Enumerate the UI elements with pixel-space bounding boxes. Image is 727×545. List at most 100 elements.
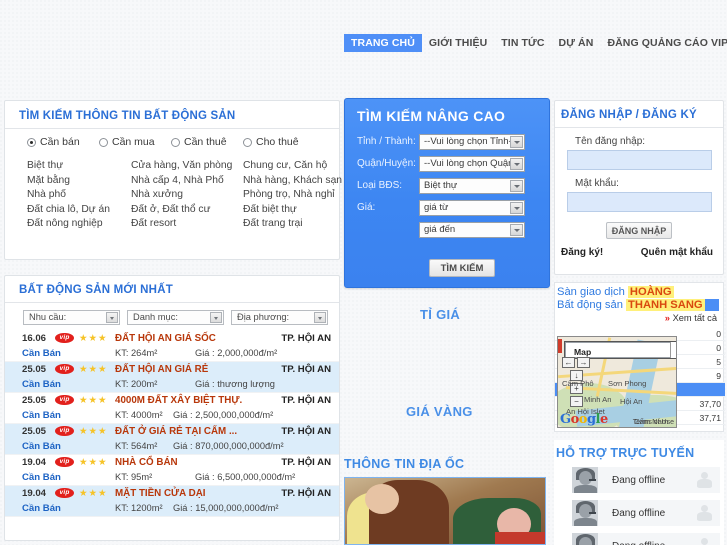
table-row[interactable]: 25.05 vip ★★★ ĐẤT HỘI AN GIÁ RẺ TP. HỘI … [5, 362, 339, 393]
filter-category-select[interactable]: Danh mục: [127, 310, 224, 325]
chevron-down-icon [510, 135, 523, 148]
map-tab-map[interactable]: Map [565, 342, 671, 358]
exchange-rate-block-title: TỈ GIÁ [420, 307, 461, 322]
listing-title[interactable]: NHÀ CỔ BÁN [115, 457, 178, 468]
see-all-link[interactable]: » Xem tất cả [555, 312, 723, 323]
exchange-brand-heading: Sàn giao dịch HOÀNG Bất động sản THANH S… [555, 283, 723, 312]
property-search-title: TÌM KIẾM THÔNG TIN BẤT ĐỘNG SẢN [19, 110, 236, 122]
rate-value: 37,71 [699, 412, 721, 423]
category-link[interactable]: Đất chia lô, Dự án [27, 204, 131, 215]
password-input[interactable] [566, 192, 712, 212]
map-tab-satellite[interactable]: Satellite [671, 342, 676, 358]
category-link[interactable]: Biệt thự [27, 160, 131, 171]
chat-status-icon[interactable] [697, 538, 712, 545]
table-row[interactable]: 25.05 vip ★★★ ĐẤT Ở GIÁ RẺ TẠI CẨM ... T… [5, 424, 339, 455]
radio-cho-thue[interactable]: Cho thuê [243, 136, 315, 148]
listing-type[interactable]: Cần Bán [22, 410, 61, 421]
radio-can-ban[interactable]: Cần bán [27, 136, 99, 148]
rating-stars-icon: ★★★ [79, 333, 108, 344]
vip-badge: vip [55, 395, 74, 405]
property-search-header: TÌM KIẾM THÔNG TIN BẤT ĐỘNG SẢN [5, 101, 339, 128]
price-from-select[interactable]: giá từ [419, 199, 525, 216]
listing-type[interactable]: Cần Bán [22, 503, 61, 514]
avatar [572, 533, 598, 545]
nav-item-gioi-thieu[interactable]: GIỚI THIỆU [422, 34, 494, 52]
advanced-search-submit-button[interactable]: TÌM KIẾM [429, 259, 495, 277]
nav-item-du-an[interactable]: DỰ ÁN [552, 34, 601, 52]
listing-type[interactable]: Cần Bán [22, 379, 61, 390]
chat-status-icon[interactable] [697, 505, 712, 521]
map-terms-link[interactable]: Terms of Use [633, 419, 674, 426]
price-to-select[interactable]: giá đến [419, 221, 525, 238]
list-item[interactable]: Đang offline [572, 467, 720, 493]
rating-stars-icon: ★★★ [79, 488, 108, 499]
list-item[interactable]: Đang offline [572, 500, 720, 526]
username-input[interactable] [566, 150, 712, 170]
login-links: Đăng ký! Quên mật khẩu [555, 239, 723, 258]
table-row[interactable]: 16.06 vip ★★★ ĐẤT HỘI AN GIÁ SỐC TP. HỘI… [5, 331, 339, 362]
rate-value: 9 [716, 370, 721, 381]
radio-indicator-icon [243, 137, 252, 147]
login-title: ĐĂNG NHẬP / ĐĂNG KÝ [561, 109, 697, 121]
listing-type[interactable]: Cần Bán [22, 348, 61, 359]
filter-location-select[interactable]: Địa phương: [231, 310, 328, 325]
brand-line-1: Sàn giao dịch [557, 286, 625, 298]
listing-title[interactable]: 4000M ĐẤT XÂY BIỆT THỰ. [115, 395, 242, 406]
field-label: Giá: [357, 202, 376, 213]
chevron-down-icon [510, 179, 523, 192]
login-panel: ĐĂNG NHẬP / ĐĂNG KÝ Tên đăng nhập: Mật k… [554, 100, 724, 275]
list-item[interactable]: Đang offline [572, 533, 720, 545]
category-link[interactable]: Nhà xưởng [131, 189, 243, 200]
map-place-label: Cẩm Phô [562, 379, 594, 388]
support-online-title: HỖ TRỢ TRỰC TUYẾN [556, 446, 695, 460]
radio-can-thue[interactable]: Cần thuê [171, 136, 243, 148]
chat-status-icon[interactable] [697, 472, 712, 488]
nav-item-trang-chu[interactable]: TRANG CHỦ [344, 34, 422, 52]
login-submit-button[interactable]: ĐĂNG NHẬP [606, 222, 672, 239]
category-link[interactable]: Cửa hàng, Văn phòng [131, 160, 243, 171]
radio-can-mua[interactable]: Cần mua [99, 136, 171, 148]
category-link[interactable]: Nhà phố [27, 189, 131, 200]
listing-date: 16.06 [22, 333, 47, 344]
listing-title[interactable]: MẶT TIỀN CỬA DẠI [115, 488, 206, 499]
rating-stars-icon: ★★★ [79, 364, 108, 375]
listing-title[interactable]: ĐẤT HỘI AN GIÁ RẺ [115, 364, 208, 375]
listing-price: Giá : 6,500,000,000đ/m² [195, 472, 296, 482]
property-type-select[interactable]: Biệt thự [419, 177, 525, 194]
property-type-select-value: Biệt thự [424, 179, 458, 191]
listing-type[interactable]: Cần Bán [22, 441, 61, 452]
district-select[interactable]: --Vui lòng chọn Quận-- [419, 155, 525, 172]
nav-item-tin-tuc[interactable]: TIN TỨC [494, 34, 551, 52]
table-row[interactable]: 19.04 vip ★★★ MẶT TIỀN CỬA DẠI TP. HỘI A… [5, 486, 339, 517]
table-row[interactable]: 25.05 vip ★★★ 4000M ĐẤT XÂY BIỆT THỰ. TP… [5, 393, 339, 424]
listing-type[interactable]: Cần Bán [22, 472, 61, 483]
map-zoom-controls: ↓ + − [570, 370, 583, 409]
register-link[interactable]: Đăng ký! [561, 247, 603, 258]
category-link[interactable]: Đất resort [131, 218, 243, 229]
forgot-password-link[interactable]: Quên mật khẩu [641, 247, 713, 258]
listing-date: 25.05 [22, 364, 47, 375]
pan-left-icon[interactable]: ← [562, 357, 575, 368]
listing-title[interactable]: ĐẤT HỘI AN GIÁ SỐC [115, 333, 216, 344]
pan-right-icon[interactable]: → [577, 357, 590, 368]
category-link[interactable]: Nhà cấp 4, Nhà Phố [131, 175, 243, 186]
category-link[interactable]: Đất ở, Đất thổ cư [131, 204, 243, 215]
filter-demand-select[interactable]: Nhu cầu: [23, 310, 120, 325]
table-row[interactable]: 19.04 vip ★★★ NHÀ CỔ BÁN TP. HỘI AN Cần … [5, 455, 339, 486]
zoom-out-icon[interactable]: − [570, 396, 583, 407]
province-select-value: --Vui lòng chọn Tỉnh-- [424, 135, 515, 147]
brand-highlight-1: HOÀNG [627, 286, 674, 298]
filter-demand-value: Nhu cầu: [29, 312, 67, 322]
rate-value: 0 [716, 342, 721, 353]
nav-item-dang-quang-cao-vip[interactable]: ĐĂNG QUẢNG CÁO VIP [600, 34, 727, 52]
province-select[interactable]: --Vui lòng chọn Tỉnh-- [419, 133, 525, 150]
listing-title[interactable]: ĐẤT Ở GIÁ RẺ TẠI CẨM ... [115, 426, 237, 437]
filter-category-value: Danh mục: [133, 312, 178, 322]
category-link[interactable]: Đất nông nghiệp [27, 218, 131, 229]
category-link[interactable]: Mặt bằng [27, 175, 131, 186]
realestate-info-photo[interactable] [344, 477, 546, 545]
latest-listings-header: BẤT ĐỘNG SẢN MỚI NHẤT [5, 276, 339, 302]
advanced-search-title: TÌM KIẾM NÂNG CAO [357, 108, 506, 124]
listing-location: TP. HỘI AN [281, 457, 331, 468]
google-map-widget[interactable]: Map Satellite Hybrid ← → ↓ + − Cẩm Phô S… [557, 336, 677, 428]
